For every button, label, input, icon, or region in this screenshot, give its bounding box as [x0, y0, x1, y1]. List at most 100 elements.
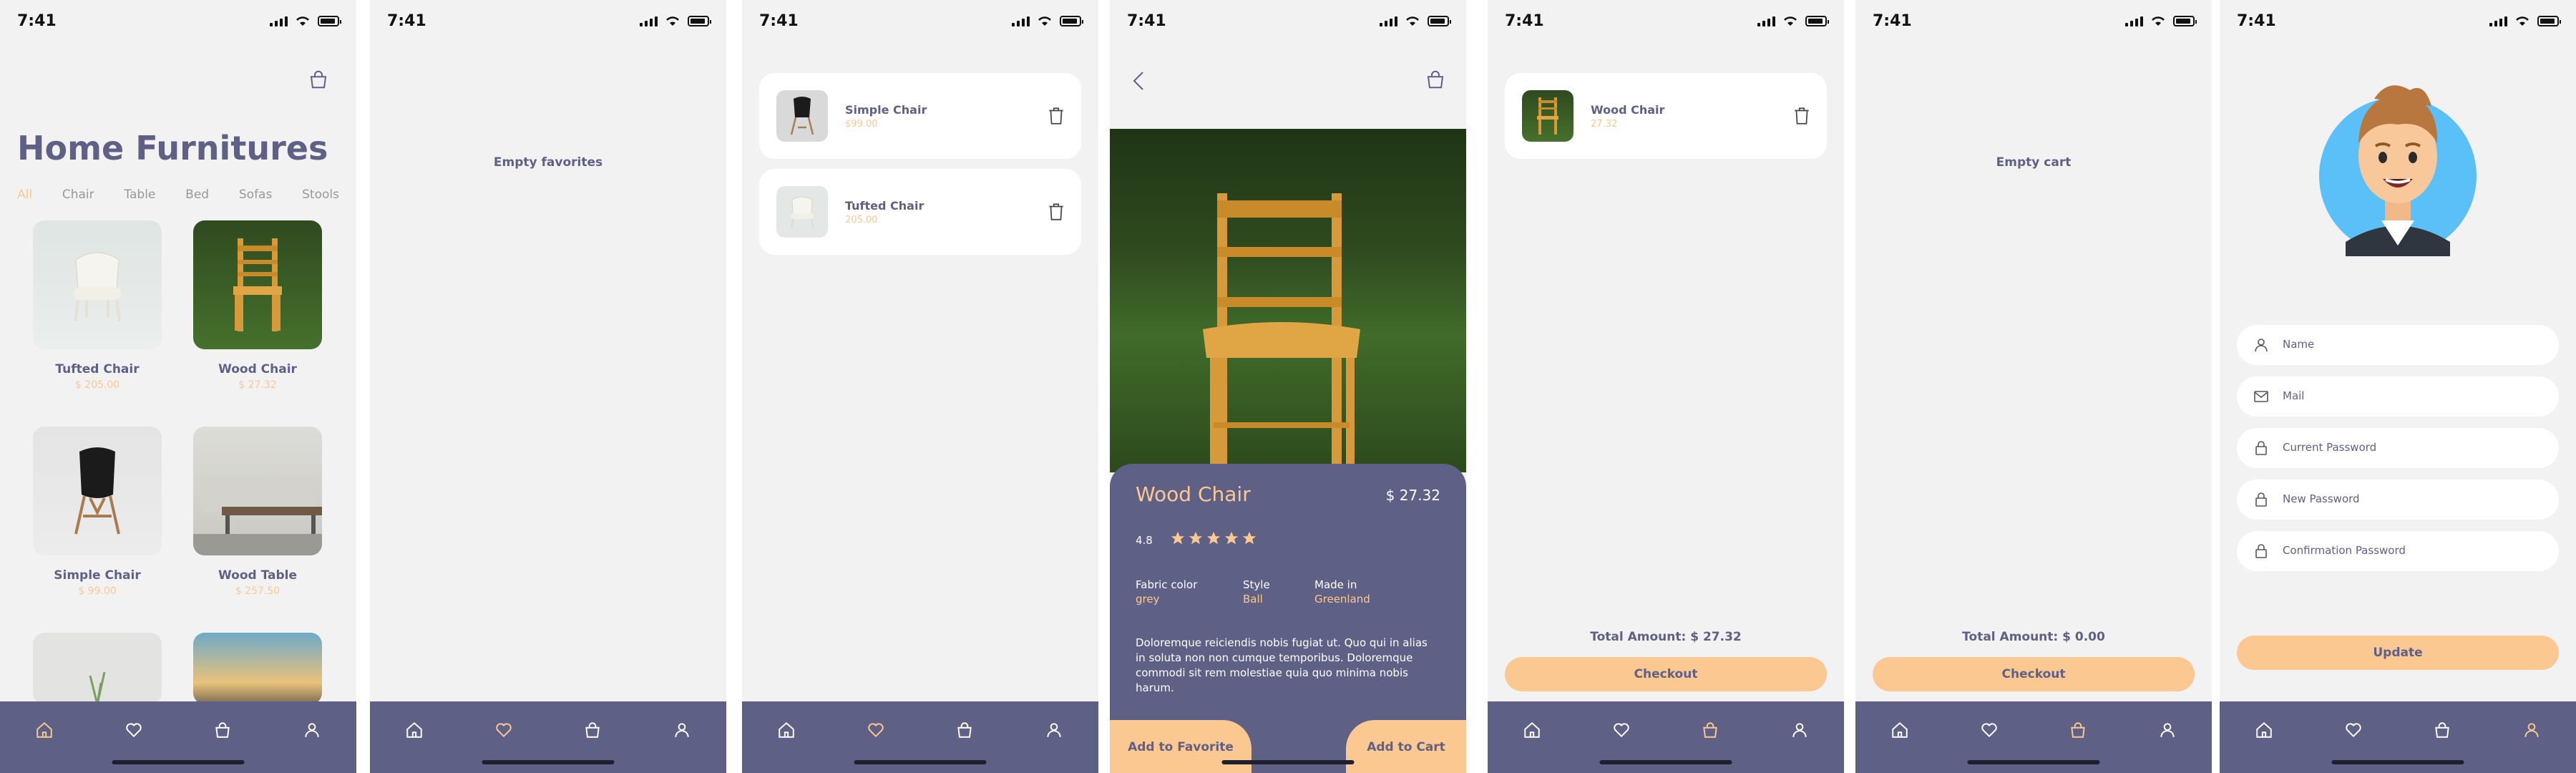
confirmation-password-field[interactable]: Confirmation Password — [2237, 531, 2559, 571]
add-to-favorite-button[interactable]: Add to Favorite — [1110, 720, 1252, 773]
user-icon — [2160, 723, 2175, 737]
home-indicator — [482, 760, 615, 764]
home-icon — [779, 721, 794, 738]
name-field[interactable]: Name — [2237, 325, 2559, 365]
avatar[interactable] — [2317, 77, 2479, 256]
trash-icon[interactable] — [1047, 202, 1065, 222]
tab-favorites[interactable] — [1975, 716, 2004, 744]
product-name: Wood Table — [218, 568, 297, 583]
current-password-field[interactable]: Current Password — [2237, 428, 2559, 468]
battery-icon — [1805, 15, 1829, 26]
profile-screen: 7:41 Name Mail Current Password New Pass… — [2220, 0, 2576, 773]
tab-home[interactable] — [1518, 716, 1546, 744]
category-tab-sofas[interactable]: Sofas — [239, 188, 272, 202]
home-screen: 7:41 Home Furnitures All Chair Table Bed… — [0, 0, 356, 773]
lock-icon — [2255, 544, 2267, 558]
tab-home[interactable] — [30, 716, 59, 744]
checkout-button[interactable]: Checkout — [1505, 657, 1827, 691]
tab-home[interactable] — [400, 716, 429, 744]
signal-icon — [640, 15, 658, 26]
product-name: Wood Chair — [218, 362, 297, 376]
product-card[interactable]: Simple Chair $ 99.00 — [33, 427, 162, 597]
user-icon — [305, 723, 319, 737]
back-icon[interactable] — [1131, 70, 1147, 92]
attribute-style: Style Ball — [1243, 578, 1270, 606]
tab-cart[interactable] — [1696, 716, 1724, 744]
signal-icon — [270, 15, 288, 26]
tab-home[interactable] — [772, 716, 801, 744]
empty-favorites-message: Empty favorites — [493, 155, 603, 170]
status-time: 7:41 — [1127, 11, 1166, 30]
tab-cart[interactable] — [950, 716, 979, 744]
attribute-made-in: Made in Greenland — [1314, 578, 1370, 606]
product-card[interactable]: Tufted Chair $ 205.00 — [33, 220, 162, 391]
signal-icon — [2125, 15, 2143, 26]
tab-cart[interactable] — [2428, 716, 2457, 744]
detail-title: Wood Chair — [1136, 482, 1251, 506]
cart-icon[interactable] — [308, 69, 329, 90]
signal-icon — [1012, 15, 1030, 26]
heart-icon — [868, 723, 884, 738]
item-price: 27.32 — [1591, 119, 1618, 130]
wifi-icon — [1038, 16, 1051, 26]
category-tab-table[interactable]: Table — [124, 188, 155, 202]
product-card[interactable] — [33, 633, 162, 704]
tab-profile[interactable] — [2517, 716, 2546, 744]
home-indicator — [1599, 760, 1732, 764]
heart-icon — [1981, 723, 1997, 738]
lock-icon — [2255, 492, 2267, 507]
status-time: 7:41 — [2237, 11, 2276, 30]
total-amount: Total Amount: $ 0.00 — [1962, 630, 2105, 644]
tab-cart[interactable] — [2064, 716, 2092, 744]
checkout-button[interactable]: Checkout — [1873, 657, 2195, 691]
tab-home[interactable] — [1885, 716, 1914, 744]
category-tab-all[interactable]: All — [17, 188, 32, 202]
product-card[interactable] — [193, 633, 322, 704]
heart-icon — [1614, 723, 1629, 738]
product-image — [193, 220, 322, 349]
trash-icon[interactable] — [1047, 106, 1065, 126]
new-password-field[interactable]: New Password — [2237, 480, 2559, 520]
tab-profile[interactable] — [1040, 716, 1068, 744]
tab-profile[interactable] — [298, 716, 326, 744]
tab-cart[interactable] — [208, 716, 237, 744]
add-to-cart-button[interactable]: Add to Cart — [1346, 720, 1466, 773]
tab-favorites[interactable] — [119, 716, 148, 744]
tab-favorites[interactable] — [862, 716, 890, 744]
home-indicator — [112, 760, 245, 764]
tab-profile[interactable] — [2153, 716, 2182, 744]
trash-icon[interactable] — [1792, 106, 1811, 126]
category-tab-chair[interactable]: Chair — [62, 188, 94, 202]
product-name: Tufted Chair — [55, 362, 140, 376]
tab-favorites[interactable] — [2339, 716, 2368, 744]
tab-profile[interactable] — [668, 716, 696, 744]
attribute-label: Style — [1243, 578, 1270, 591]
attribute-fabric: Fabric color grey — [1136, 578, 1197, 606]
home-indicator — [854, 760, 987, 764]
mail-field[interactable]: Mail — [2237, 376, 2559, 417]
signal-icon — [1380, 15, 1397, 26]
cart-icon — [2435, 722, 2450, 738]
status-bar: 7:41 — [387, 10, 711, 31]
wifi-icon — [2152, 16, 2165, 26]
battery-icon — [318, 15, 341, 26]
category-tab-stools[interactable]: Stools — [302, 188, 339, 202]
tab-home[interactable] — [2250, 716, 2278, 744]
product-name: Simple Chair — [54, 568, 141, 583]
product-description: Doloremque reiciendis nobis fugiat ut. Q… — [1136, 636, 1428, 694]
tab-favorites[interactable] — [1607, 716, 1636, 744]
tab-cart[interactable] — [578, 716, 607, 744]
attribute-label: Made in — [1314, 578, 1357, 591]
wifi-icon — [296, 16, 309, 26]
list-item[interactable]: Tufted Chair 205.00 — [759, 169, 1081, 255]
product-card[interactable]: Wood Table $ 257.50 — [193, 427, 322, 597]
category-tab-bed[interactable]: Bed — [185, 188, 209, 202]
cart-icon[interactable] — [1425, 69, 1446, 90]
list-item[interactable]: Simple Chair $99.00 — [759, 73, 1081, 159]
list-item[interactable]: Wood Chair 27.32 — [1505, 73, 1827, 159]
product-card[interactable]: Wood Chair $ 27.32 — [193, 220, 322, 391]
tab-favorites[interactable] — [489, 716, 518, 744]
tab-profile[interactable] — [1785, 716, 1814, 744]
home-icon — [1892, 721, 1908, 738]
update-button[interactable]: Update — [2237, 636, 2559, 670]
